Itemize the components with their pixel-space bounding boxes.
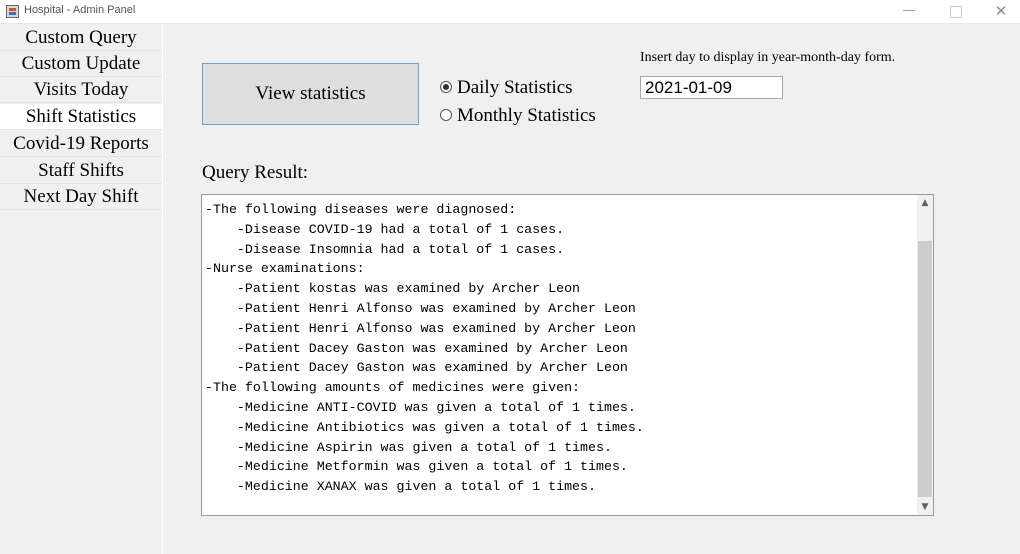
result-line: -Patient Henri Alfonso was examined by A… [205, 300, 636, 316]
result-line: -Nurse examinations: [205, 261, 365, 277]
result-line: -Medicine XANAX was given a total of 1 t… [205, 479, 596, 495]
sidebar-item-visits-today[interactable]: Visits Today [0, 77, 162, 103]
monthly-statistics-radio[interactable]: Monthly Statistics [440, 105, 596, 127]
scrollbar-thumb[interactable] [918, 241, 932, 497]
date-input[interactable]: 2021-01-09 [640, 76, 783, 99]
app-icon [6, 5, 19, 18]
result-line: -The following diseases were diagnosed: [205, 202, 517, 217]
query-result-textarea[interactable]: -The following diseases were diagnosed: … [201, 194, 934, 516]
daily-statistics-label: Daily Statistics [457, 77, 573, 98]
vertical-scrollbar[interactable]: ▲ ▼ [917, 195, 933, 515]
result-line: -Disease COVID-19 had a total of 1 cases… [205, 221, 565, 237]
query-result-text: -The following diseases were diagnosed: … [205, 200, 917, 497]
sidebar-item-custom-query[interactable]: Custom Query [0, 25, 162, 51]
result-line: -Patient kostas was examined by Archer L… [205, 281, 581, 297]
view-statistics-button[interactable]: View statistics [202, 63, 419, 125]
query-result-label: Query Result: [202, 162, 309, 183]
sidebar-item-staff-shifts[interactable]: Staff Shifts [0, 158, 162, 184]
daily-statistics-radio[interactable]: Daily Statistics [440, 77, 573, 99]
result-line: -Medicine Metformin was given a total of… [205, 459, 628, 475]
result-line: -Disease Insomnia had a total of 1 cases… [205, 241, 565, 257]
close-button[interactable]: ✕ [978, 0, 1020, 24]
scroll-down-arrow-icon[interactable]: ▼ [917, 499, 933, 515]
result-line: -The following amounts of medicines were… [205, 380, 581, 396]
sidebar-item-covid-19-reports[interactable]: Covid-19 Reports [0, 131, 162, 157]
minimize-button[interactable]: — [886, 0, 932, 24]
result-line: -Patient Henri Alfonso was examined by A… [205, 320, 636, 336]
result-line: -Patient Dacey Gaston was examined by Ar… [205, 360, 628, 376]
sidebar-item-shift-statistics[interactable]: Shift Statistics [0, 104, 162, 130]
date-input-label: Insert day to display in year-month-day … [640, 50, 896, 65]
radio-unselected-icon [440, 108, 452, 121]
result-line: -Medicine Aspirin was given a total of 1… [205, 439, 612, 455]
radio-selected-icon [440, 80, 452, 93]
sidebar-item-next-day-shift[interactable]: Next Day Shift [0, 184, 162, 210]
result-line: -Patient Dacey Gaston was examined by Ar… [205, 340, 628, 356]
scroll-up-arrow-icon[interactable]: ▲ [917, 195, 933, 211]
result-line: -Medicine ANTI-COVID was given a total o… [205, 399, 636, 415]
sidebar-item-custom-update[interactable]: Custom Update [0, 51, 162, 77]
sidebar: Custom Query Custom Update Visits Today … [0, 25, 163, 554]
result-line: -Medicine Antibiotics was given a total … [205, 419, 644, 435]
window-title: Hospital - Admin Panel [24, 4, 136, 16]
monthly-statistics-label: Monthly Statistics [457, 105, 596, 126]
title-bar: Hospital - Admin Panel — ✕ [0, 0, 1020, 24]
maximize-button[interactable] [932, 0, 978, 24]
main-panel: View statistics Daily Statistics Monthly… [164, 25, 1020, 554]
